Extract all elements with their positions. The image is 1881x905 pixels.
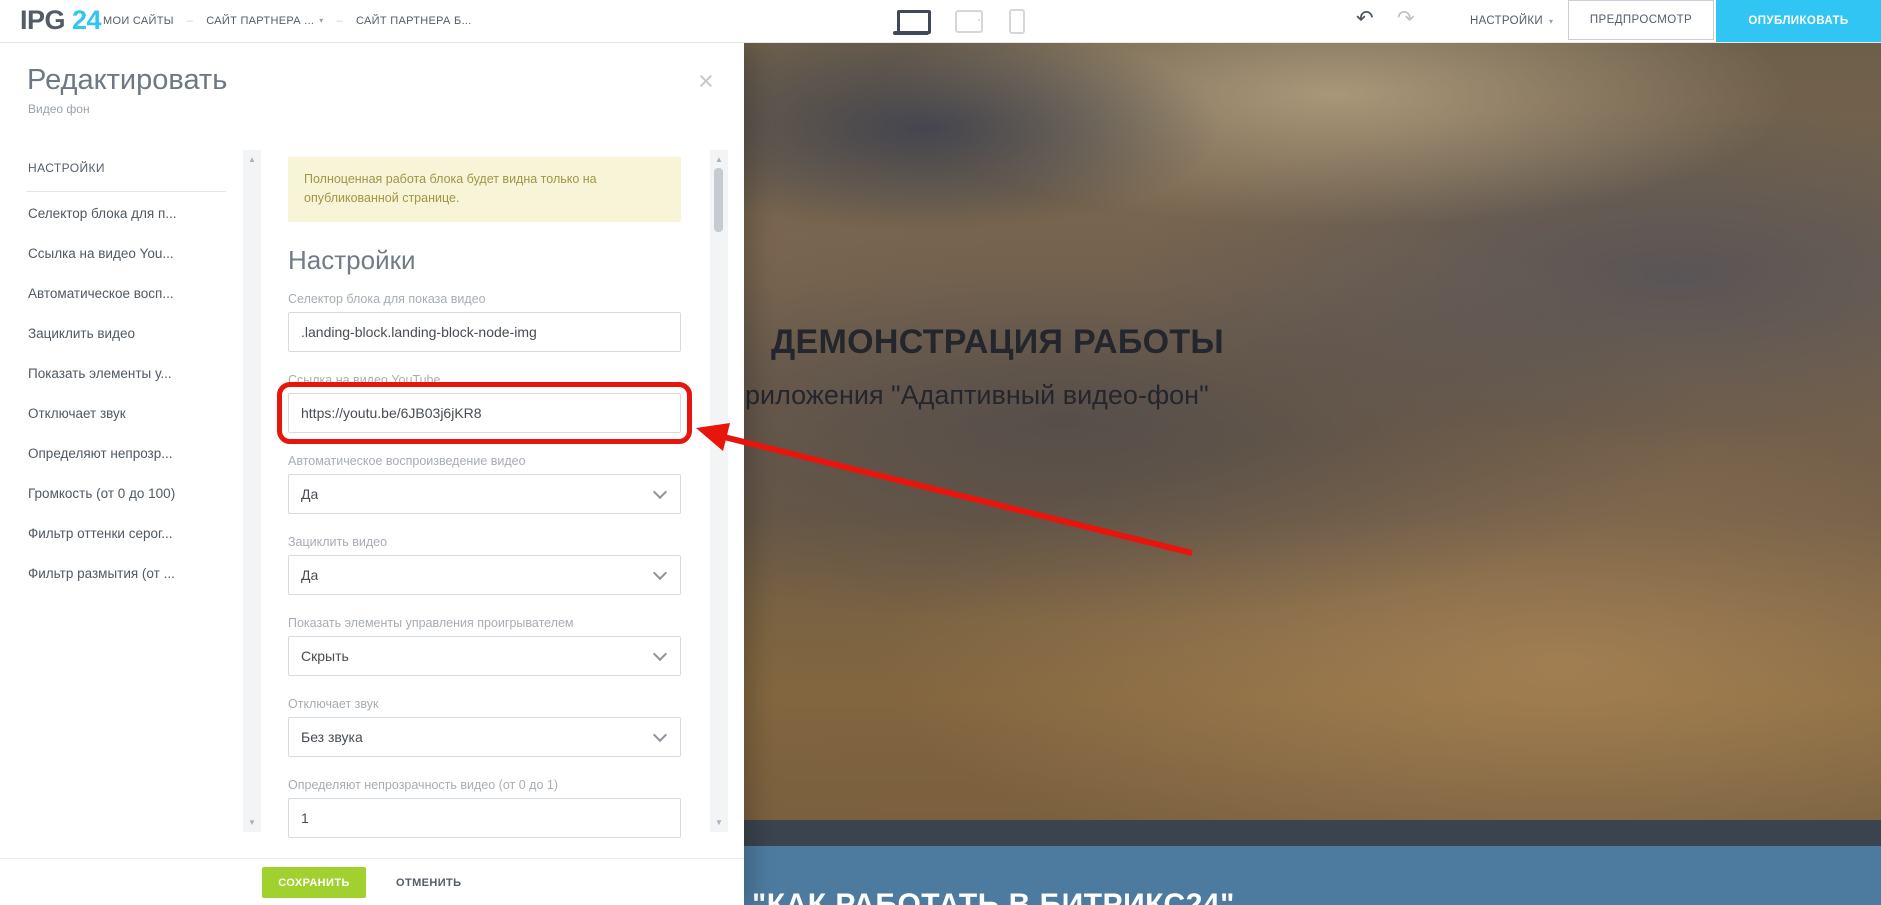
- site-preview: ДЕМОНСТРАЦИЯ РАБОТЫ риложения "Адаптивны…: [744, 42, 1881, 905]
- form-field: Селектор блока для показа видео .landing-…: [288, 292, 681, 352]
- preview-blue-section: "КАК РАБОТАТЬ В БИТРИКС24": [744, 846, 1881, 905]
- settings-nav-item[interactable]: Определяют непрозр...: [28, 434, 233, 474]
- chevron-down-icon: ▾: [319, 16, 324, 25]
- logo-text: IPG: [20, 5, 66, 35]
- chevron-down-icon: ▾: [1548, 16, 1554, 26]
- settings-nav-item[interactable]: Громкость (от 0 до 100): [28, 474, 233, 514]
- select-input[interactable]: Скрыть: [288, 635, 681, 676]
- settings-nav-item[interactable]: Ссылка на видео You...: [28, 234, 233, 274]
- modal-title: Редактировать: [27, 64, 228, 96]
- nav-divider: [26, 191, 226, 192]
- field-label: Отключает звук: [288, 696, 379, 711]
- settings-nav-item[interactable]: Фильтр оттенки серог...: [28, 514, 233, 554]
- text-input[interactable]: .landing-block.landing-block-node-img: [288, 311, 681, 352]
- preview-button[interactable]: ПРЕДПРОСМОТР: [1568, 0, 1714, 40]
- chevron-down-icon: [652, 646, 668, 661]
- field-label: Зациклить видео: [288, 534, 388, 549]
- modal-subtitle: Видео фон: [28, 102, 90, 116]
- field-label: Ссылка на видео YouTube: [288, 372, 441, 387]
- form-field: Зациклить видео Да: [288, 535, 681, 595]
- publish-notice: Полноценная работа блока будет видна тол…: [288, 157, 681, 222]
- breadcrumb-item[interactable]: МОИ САЙТЫ: [103, 15, 174, 27]
- preview-heading: ДЕМОНСТРАЦИЯ РАБОТЫ: [771, 323, 1224, 361]
- redo-icon[interactable]: ↷: [1397, 6, 1415, 31]
- input-value: Без звука: [301, 728, 363, 745]
- form-field: Определяют непрозрачность видео (от 0 до…: [288, 778, 681, 838]
- select-input[interactable]: Без звука: [288, 716, 681, 757]
- settings-nav-item[interactable]: Автоматическое восп...: [28, 274, 233, 314]
- settings-form: Полноценная работа блока будет видна тол…: [277, 157, 692, 859]
- field-label: Автоматическое воспроизведение видео: [288, 453, 526, 468]
- scroll-up-icon[interactable]: ▲: [243, 155, 261, 164]
- laptop-screen: [897, 9, 931, 34]
- form-field: Автоматическое воспроизведение видео Да: [288, 454, 681, 514]
- settings-nav: Селектор блока для п... Ссылка на видео Y…: [28, 194, 233, 594]
- scroll-down-icon[interactable]: ▼: [243, 818, 261, 827]
- breadcrumb-separator: –: [186, 15, 194, 27]
- form-scrollbar[interactable]: ▲ ▼: [710, 150, 728, 832]
- preview-banner-text: "КАК РАБОТАТЬ В БИТРИКС24": [752, 888, 1235, 905]
- laptop-base: [893, 30, 929, 35]
- scrollbar-thumb[interactable]: [714, 168, 723, 232]
- edit-modal: Редактировать Видео фон × НАСТРОЙКИ Селе…: [0, 42, 744, 905]
- form-field: Ссылка на видео YouTube https://youtu.be/…: [277, 372, 692, 444]
- nav-scrollbar[interactable]: ▲ ▼: [243, 150, 261, 832]
- app-root: ДЕМОНСТРАЦИЯ РАБОТЫ риложения "Адаптивны…: [0, 0, 1881, 905]
- preview-subheading: риложения "Адаптивный видео-фон": [745, 380, 1209, 410]
- settings-nav-item[interactable]: Зациклить видео: [28, 314, 233, 354]
- settings-menu-label: НАСТРОЙКИ: [1470, 15, 1543, 27]
- modal-footer: СОХРАНИТЬ ОТМЕНИТЬ: [0, 858, 744, 905]
- breadcrumb: МОИ САЙТЫ – САЙТ ПАРТНЕРА ... ▾ – САЙТ ПАРТНЕ…: [103, 0, 472, 42]
- publish-button[interactable]: ОПУБЛИКОВАТЬ: [1716, 0, 1881, 42]
- breadcrumb-item[interactable]: САЙТ ПАРТНЕРА Б...: [356, 15, 472, 27]
- chevron-down-icon: [652, 484, 668, 499]
- settings-nav-item[interactable]: Показать элементы у...: [28, 354, 233, 394]
- breadcrumb-separator: –: [336, 15, 344, 27]
- tablet-view-icon[interactable]: [955, 9, 983, 33]
- form-field: Показать элементы управления проигрывате…: [288, 616, 681, 676]
- logo-accent: 24: [72, 5, 102, 35]
- field-label: Показать элементы управления проигрывате…: [288, 615, 574, 630]
- settings-nav-item[interactable]: Отключает звук: [28, 394, 233, 434]
- cancel-button[interactable]: ОТМЕНИТЬ: [396, 867, 461, 898]
- top-bar: IPG 24 МОИ САЙТЫ – САЙТ ПАРТНЕРА ... ▾ – САЙТ…: [0, 0, 1881, 43]
- preview-dark-bar: [744, 820, 1881, 846]
- close-icon[interactable]: ×: [698, 68, 714, 95]
- undo-icon[interactable]: ↶: [1356, 6, 1374, 31]
- scroll-down-icon[interactable]: ▼: [710, 818, 728, 827]
- field-label: Селектор блока для показа видео: [288, 291, 486, 306]
- fields-container: Селектор блока для показа видео .landing-…: [277, 292, 692, 838]
- breadcrumb-item[interactable]: САЙТ ПАРТНЕРА ... ▾: [206, 15, 323, 27]
- select-input[interactable]: Да: [288, 473, 681, 514]
- form-field: Отключает звук Без звука: [288, 697, 681, 757]
- tablet-button: [978, 18, 980, 21]
- input-value: Скрыть: [301, 647, 349, 664]
- field-label: Определяют непрозрачность видео (от 0 до…: [288, 777, 558, 792]
- select-input[interactable]: Да: [288, 554, 681, 595]
- input-value: 1: [301, 809, 309, 826]
- settings-nav-header: НАСТРОЙКИ: [28, 161, 105, 175]
- section-title: Настройки: [288, 244, 416, 275]
- chevron-down-icon: [652, 565, 668, 580]
- chevron-down-icon: [652, 727, 668, 742]
- text-input[interactable]: 1: [288, 797, 681, 838]
- input-value: Да: [301, 566, 319, 583]
- text-input[interactable]: https://youtu.be/6JB03j6jKR8: [277, 381, 692, 444]
- app-logo: IPG 24: [20, 5, 102, 36]
- settings-menu[interactable]: НАСТРОЙКИ ▾: [1470, 0, 1553, 42]
- input-value: .landing-block.landing-block-node-img: [301, 323, 537, 340]
- settings-nav-item[interactable]: Селектор блока для п...: [28, 194, 233, 234]
- input-value: https://youtu.be/6JB03j6jKR8: [301, 404, 482, 421]
- input-value: Да: [301, 485, 319, 502]
- device-switcher: [893, 0, 1025, 42]
- desktop-view-icon[interactable]: [893, 8, 931, 35]
- settings-nav-item[interactable]: Фильтр размытия (от ...: [28, 554, 233, 594]
- scroll-up-icon[interactable]: ▲: [710, 155, 728, 164]
- mobile-view-icon[interactable]: [1009, 8, 1025, 34]
- save-button[interactable]: СОХРАНИТЬ: [262, 867, 366, 898]
